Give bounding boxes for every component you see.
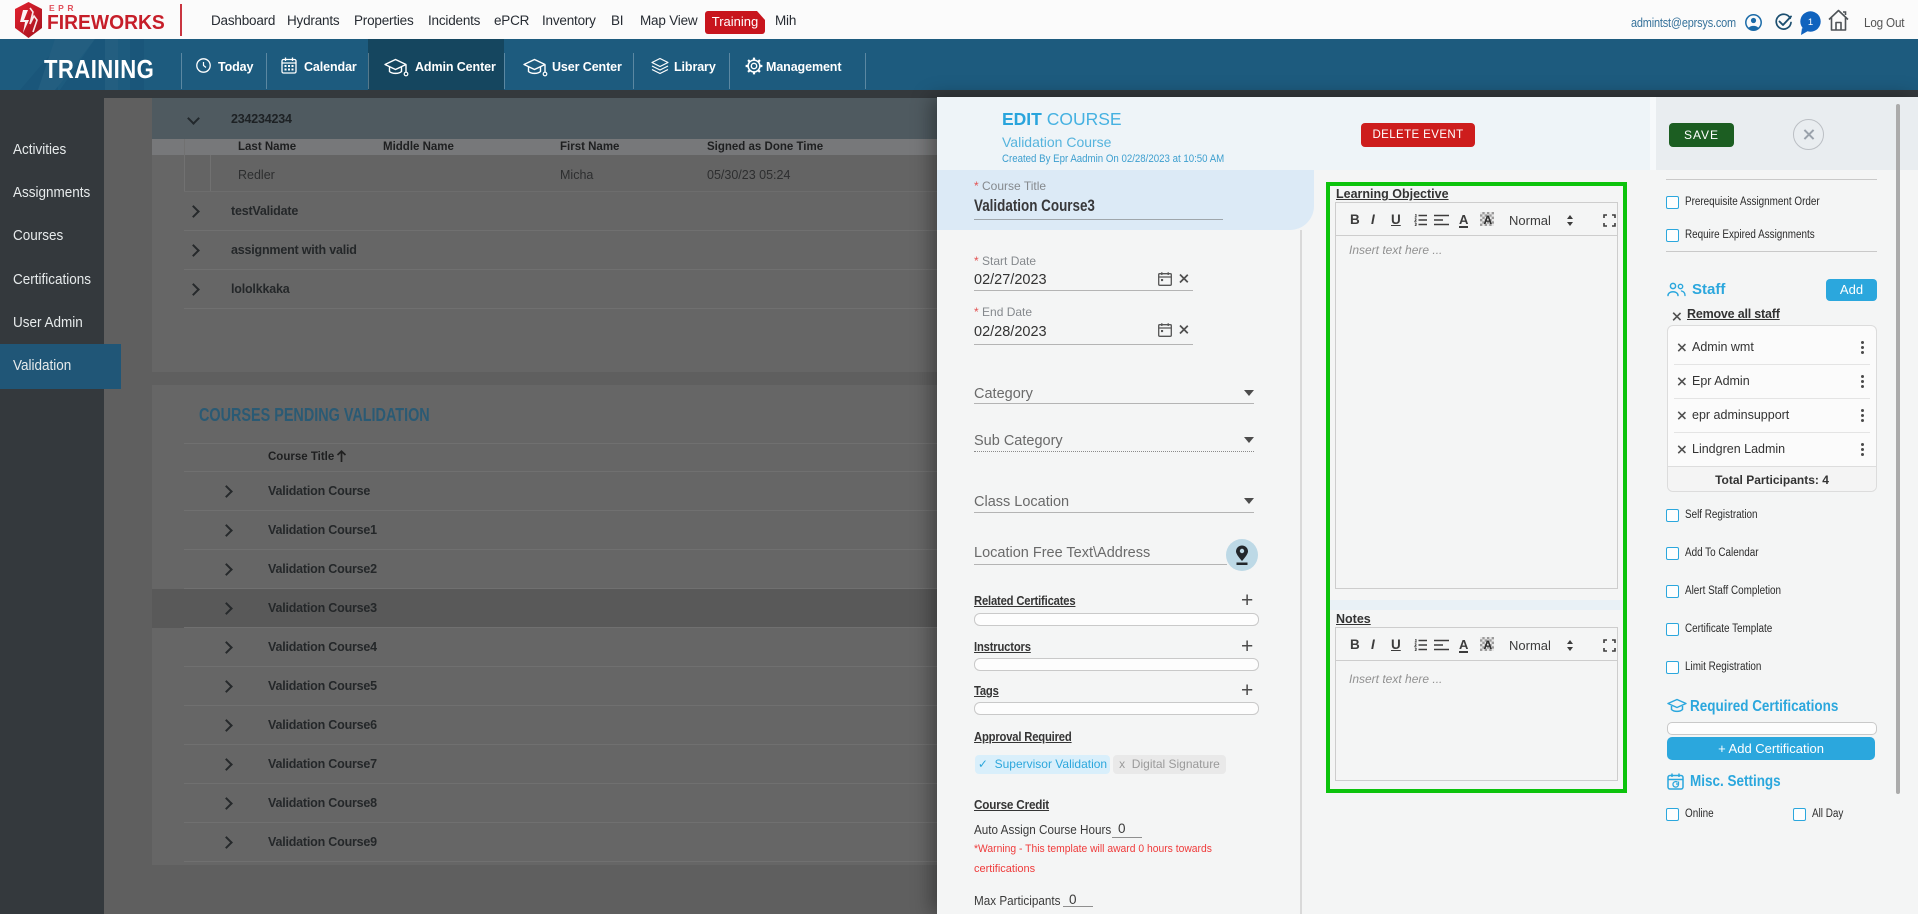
svg-text:1: 1 bbox=[1808, 17, 1813, 28]
